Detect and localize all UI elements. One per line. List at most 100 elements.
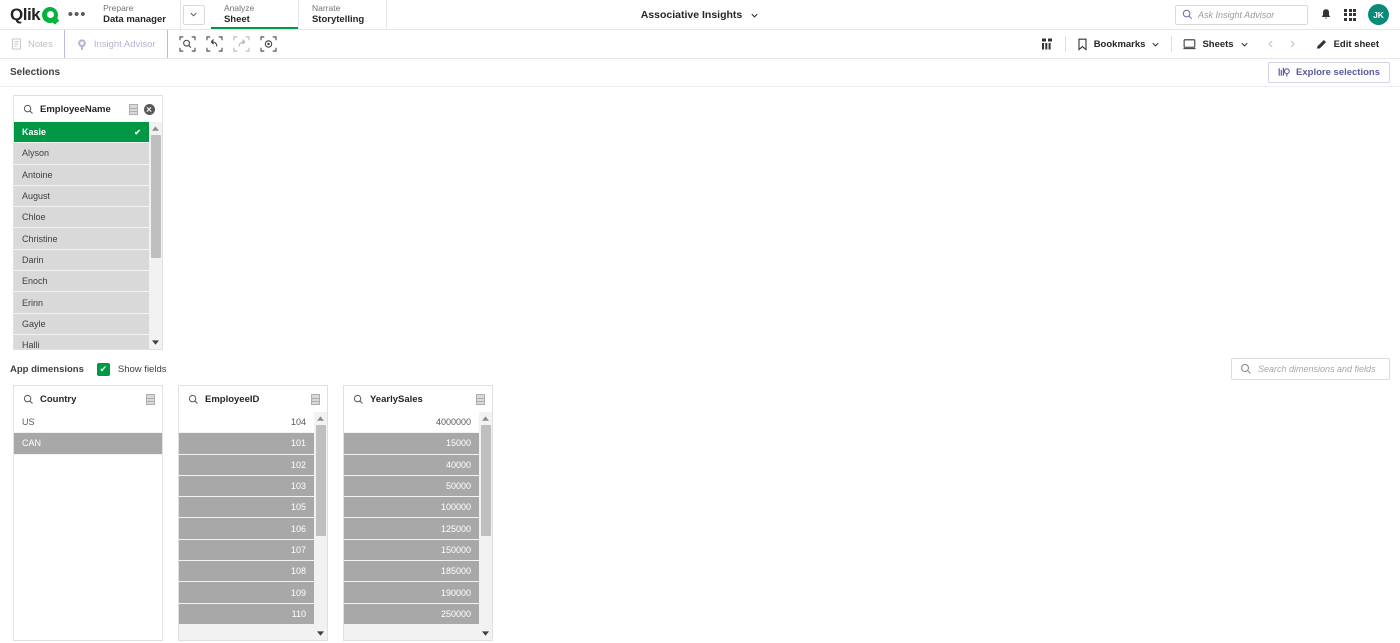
listbox-row[interactable]: Christine <box>14 228 149 250</box>
explore-selections-button[interactable]: Explore selections <box>1268 62 1390 83</box>
listbox-row-value: 250000 <box>440 608 471 619</box>
listbox-row[interactable]: 4000000 <box>344 412 479 434</box>
listbox-row[interactable]: August <box>14 185 149 208</box>
scrollbar-track[interactable] <box>479 425 492 627</box>
previous-sheet-button: ‹ <box>1267 35 1274 52</box>
edit-sheet-button[interactable]: Edit sheet <box>1304 30 1390 58</box>
listbox-row[interactable]: 125000 <box>344 518 479 540</box>
listbox-row[interactable]: Alyson <box>14 143 149 165</box>
listbox-row[interactable]: CAN <box>14 433 162 455</box>
search-icon[interactable] <box>188 394 199 405</box>
listbox-row-value: Chloe <box>22 212 46 223</box>
scroll-down-arrow-icon[interactable] <box>314 627 327 640</box>
listbox-row[interactable]: 110 <box>179 603 314 625</box>
notification-bell-icon[interactable] <box>1320 8 1332 21</box>
scrollbar-track[interactable] <box>149 135 162 336</box>
qlik-logo[interactable]: Qlik <box>0 0 64 29</box>
scrollbar-thumb[interactable] <box>480 425 491 537</box>
app-title-dropdown-button[interactable] <box>750 11 759 20</box>
listbox-row[interactable]: 103 <box>179 475 314 498</box>
scroll-up-arrow-icon[interactable] <box>149 122 162 135</box>
dimensions-search-placeholder: Search dimensions and fields <box>1258 364 1376 374</box>
listbox-row[interactable]: 40000 <box>344 454 479 476</box>
overflow-menu-button[interactable]: ••• <box>64 0 90 29</box>
nav-analyze-sheet[interactable]: Analyze Sheet <box>210 0 299 29</box>
avatar[interactable]: JK <box>1368 4 1389 25</box>
sheet-grid-icon <box>1041 38 1052 50</box>
scrollbar-thumb[interactable] <box>315 425 326 537</box>
scroll-up-arrow-icon[interactable] <box>314 412 327 425</box>
clear-selection-icon[interactable] <box>144 103 155 115</box>
step-back-icon[interactable] <box>203 34 226 55</box>
listbox-options-icon[interactable] <box>476 393 485 405</box>
field-panel-scrollbar[interactable] <box>314 412 327 640</box>
listbox-row[interactable]: 100000 <box>344 497 479 519</box>
listbox-row[interactable]: Gayle <box>14 313 149 335</box>
notes-button[interactable]: Notes <box>0 30 64 58</box>
show-fields-label: Show fields <box>117 363 167 375</box>
listbox-row[interactable]: US <box>14 412 162 434</box>
listbox-row[interactable]: 101 <box>179 433 314 455</box>
listbox-row[interactable]: 106 <box>179 518 314 540</box>
app-title[interactable]: Associative Insights <box>641 9 743 21</box>
listbox-row[interactable]: 108 <box>179 561 314 583</box>
selection-listbox-scrollbar[interactable] <box>149 122 162 349</box>
insight-advisor-button[interactable]: Insight Advisor <box>63 30 168 58</box>
field-panel-scrollbar[interactable] <box>479 412 492 640</box>
listbox-row[interactable]: 150000 <box>344 539 479 562</box>
search-icon[interactable] <box>23 394 34 405</box>
listbox-row[interactable]: 190000 <box>344 582 479 604</box>
nav-narrate-storytelling[interactable]: Narrate Storytelling <box>299 0 387 29</box>
listbox-options-icon[interactable] <box>311 393 320 405</box>
scrollbar-track[interactable] <box>314 425 327 627</box>
listbox-row-value: Gayle <box>22 318 46 329</box>
search-icon[interactable] <box>353 394 364 405</box>
sheets-button[interactable]: Sheets <box>1172 30 1259 58</box>
sheet-icon <box>1183 39 1196 50</box>
dimensions-search-input[interactable]: Search dimensions and fields <box>1231 358 1390 380</box>
nav-prepare-data-manager[interactable]: Prepare Data manager <box>90 0 181 29</box>
listbox-row-value: Darin <box>22 254 44 265</box>
listbox-row[interactable]: Darin <box>14 249 149 272</box>
show-fields-toggle[interactable]: ✔ Show fields <box>96 362 167 376</box>
show-fields-checkbox[interactable]: ✔ <box>96 362 110 376</box>
listbox-row-value: 125000 <box>440 523 471 534</box>
listbox-row[interactable]: Kasie ✔ <box>14 122 149 144</box>
chevron-down-icon <box>190 12 198 17</box>
listbox-row[interactable]: Antoine <box>14 164 149 186</box>
edit-sheet-label: Edit sheet <box>1333 38 1379 50</box>
listbox-row[interactable]: 109 <box>179 582 314 604</box>
listbox-row[interactable]: 105 <box>179 497 314 519</box>
listbox-row[interactable]: 104 <box>179 412 314 434</box>
scroll-down-arrow-icon[interactable] <box>479 627 492 640</box>
listbox-row[interactable]: Halli <box>14 334 149 349</box>
sheet-grid-view-button[interactable] <box>1029 30 1065 58</box>
scrollbar-thumb[interactable] <box>150 135 161 258</box>
selections-title: Selections <box>10 67 61 78</box>
qlik-wordmark: Qlik <box>10 4 41 24</box>
listbox-row[interactable]: 15000 <box>344 433 479 455</box>
listbox-row[interactable]: Enoch <box>14 271 149 293</box>
listbox-row[interactable]: 250000 <box>344 603 479 625</box>
selection-search-icon[interactable] <box>176 34 199 55</box>
listbox-options-icon[interactable] <box>129 103 138 115</box>
search-icon <box>23 104 33 114</box>
listbox-row-value: 110 <box>291 608 306 619</box>
listbox-row[interactable]: 185000 <box>344 561 479 583</box>
listbox-row[interactable]: 50000 <box>344 475 479 498</box>
nav-dropdown-button[interactable] <box>182 4 205 25</box>
listbox-row-value: 106 <box>290 523 306 534</box>
insight-advisor-label: Insight Advisor <box>93 38 156 50</box>
insight-advisor-search-input[interactable]: Ask Insight Advisor <box>1175 4 1308 25</box>
scroll-down-arrow-icon[interactable] <box>149 336 162 349</box>
listbox-options-icon[interactable] <box>146 393 155 405</box>
listbox-row-value: 104 <box>290 417 306 428</box>
scroll-up-arrow-icon[interactable] <box>479 412 492 425</box>
listbox-row[interactable]: Chloe <box>14 207 149 229</box>
listbox-row[interactable]: 107 <box>179 539 314 562</box>
listbox-row[interactable]: 102 <box>179 454 314 476</box>
listbox-row[interactable]: Erinn <box>14 292 149 314</box>
bookmarks-button[interactable]: Bookmarks <box>1066 30 1172 58</box>
clear-all-selections-icon[interactable] <box>257 34 280 55</box>
app-grid-icon[interactable] <box>1344 8 1356 21</box>
